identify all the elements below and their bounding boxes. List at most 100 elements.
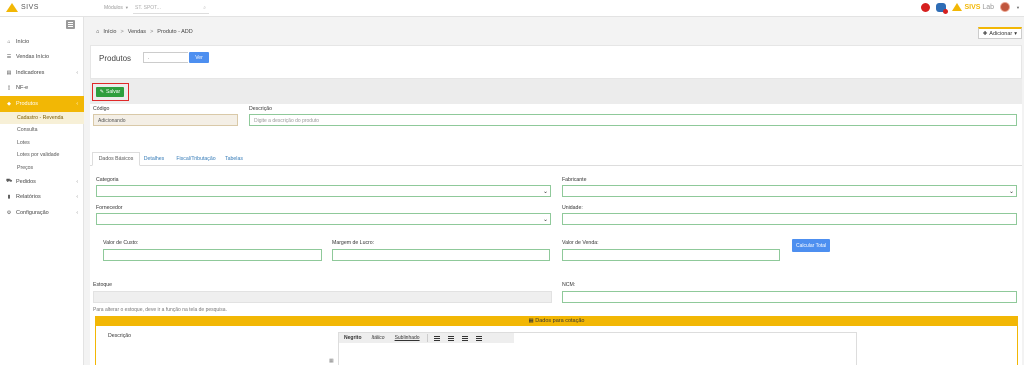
view-button[interactable]: Ver — [189, 52, 209, 63]
top-right-tools: SIVS Lab ▼ — [921, 2, 1020, 14]
table-icon: ▦ — [528, 318, 534, 324]
chevron-down-icon: ⌄ — [1008, 189, 1014, 195]
sidebar-item-pedidos[interactable]: ⛟ Pedidos ‹ — [0, 174, 84, 190]
sidebar-item-label: Início — [16, 38, 30, 45]
breadcrumb-section[interactable]: Vendas — [128, 29, 146, 35]
sidebar-item-nfe[interactable]: ▯ NF-e — [0, 81, 84, 97]
categoria-label: Categoria — [96, 177, 119, 183]
underline-button[interactable]: Sublinhado — [390, 335, 425, 341]
sidebar-item-configuracao[interactable]: ⚙ Configuração ‹ — [0, 205, 84, 221]
quote-descricao-label: Descrição — [108, 333, 132, 339]
margem-label: Margem de Lucro: — [332, 240, 375, 246]
fornecedor-label: Fornecedor — [96, 205, 123, 211]
save-button[interactable]: ✎ Salvar — [96, 87, 124, 97]
filter-title: Produtos — [99, 54, 132, 63]
search-icon: ⌕ — [203, 5, 206, 11]
brand-mark-icon — [6, 3, 18, 12]
outdent-icon[interactable] — [461, 335, 468, 341]
add-button[interactable]: ✚ Adicionar ▾ — [977, 27, 1022, 39]
sidebar: ⌂ Início ☰ Vendas Início ▤ Indicadores ‹… — [0, 17, 84, 365]
categoria-select[interactable]: ⌄ — [96, 185, 551, 197]
tab-dados-basicos[interactable]: Dados Básicos — [92, 152, 140, 166]
sidebar-item-produtos[interactable]: ◆ Produtos ‹ — [0, 96, 84, 112]
sidebar-subitem-lotes[interactable]: Lotes — [0, 137, 84, 150]
sidebar-item-label: Relatórios — [16, 194, 41, 201]
top-bar: SIVS Módulos ▼ ST. SPOT... ⌕ SIVS Lab ▼ — [0, 0, 1024, 17]
save-button-label: Salvar — [106, 89, 121, 95]
valor-custo-input[interactable] — [103, 249, 322, 261]
descricao-label: Descrição — [249, 106, 273, 112]
tab-tabelas[interactable]: Tabelas — [222, 152, 246, 166]
sidebar-item-relatorios[interactable]: ▮ Relatórios ‹ — [0, 190, 84, 206]
codigo-field: Adicionando — [93, 114, 238, 126]
sidebar-subitem-lotes-validade[interactable]: Lotes por validade — [0, 149, 84, 162]
valor-custo-label: Valor de Custo: — [103, 240, 139, 246]
descricao-input[interactable]: Digite a descrição do produto — [249, 114, 1017, 126]
ordered-list-icon[interactable] — [447, 335, 454, 341]
product-filter-input[interactable]: . — [143, 52, 188, 63]
search-input[interactable]: ST. SPOT... ⌕ — [133, 3, 209, 14]
lab-name-light: Lab — [980, 3, 995, 11]
quote-panel-header: ▦ Dados para cotação — [96, 317, 1017, 326]
lab-name-bold: SIVS — [964, 3, 981, 11]
sidebar-subitem-label: Cadastro - Revenda — [17, 114, 64, 121]
product-form: Código Adicionando Descrição Digite a de… — [90, 104, 1022, 365]
breadcrumb-home[interactable]: Início — [103, 29, 116, 35]
unordered-list-icon[interactable] — [433, 335, 440, 341]
list-icon: ☰ — [6, 54, 12, 61]
tag-icon: ◆ — [7, 100, 11, 107]
module-select-label: Módulos — [104, 5, 123, 11]
chevron-down-icon: ⌄ — [542, 189, 548, 195]
ncm-input[interactable] — [562, 291, 1017, 303]
fornecedor-select[interactable]: ⌄ — [96, 213, 551, 225]
indent-icon[interactable] — [475, 335, 482, 341]
menu-toggle-icon[interactable] — [66, 20, 75, 29]
report-icon: ▮ — [7, 194, 11, 201]
messages-icon[interactable] — [936, 2, 949, 14]
file-icon: ▯ — [7, 85, 11, 92]
form-tabs: Dados Básicos Detalhes Fiscal/Tributação… — [90, 152, 1022, 166]
tab-fiscal[interactable]: Fiscal/Tributação — [172, 152, 220, 166]
main-content: ⌂ Início > Vendas > Produto - ADD ✚ Adic… — [85, 17, 1024, 365]
bold-button[interactable]: Negrito — [339, 335, 367, 341]
notification-bell-icon[interactable] — [921, 2, 931, 12]
chevron-down-icon[interactable]: ▼ — [1016, 5, 1020, 10]
chart-icon: ▤ — [6, 69, 12, 76]
module-select[interactable]: Módulos ▼ — [104, 5, 129, 11]
italic-button[interactable]: Itálico — [367, 335, 390, 341]
action-strip: ✎ Salvar — [90, 79, 1022, 104]
ncm-label: NCM: — [562, 282, 576, 288]
chevron-left-icon: ‹ — [76, 209, 78, 216]
breadcrumb: ⌂ Início > Vendas > Produto - ADD — [96, 29, 193, 35]
source-view-icon[interactable]: ▦ — [329, 358, 334, 364]
tab-detalhes[interactable]: Detalhes — [142, 152, 166, 166]
sidebar-item-inicio[interactable]: ⌂ Início — [0, 34, 84, 50]
breadcrumb-separator: > — [120, 29, 124, 35]
chevron-down-icon: ⌄ — [542, 217, 548, 223]
home-icon: ⌂ — [96, 29, 100, 35]
avatar[interactable] — [1000, 2, 1011, 12]
sidebar-subitem-cadastro-revenda[interactable]: Cadastro - Revenda — [0, 111, 84, 124]
brand-logo[interactable]: SIVS — [6, 3, 39, 12]
valor-venda-input[interactable] — [562, 249, 780, 261]
sidebar-item-indicadores[interactable]: ▤ Indicadores ‹ — [0, 65, 84, 81]
cart-icon: ⛟ — [6, 178, 13, 185]
sidebar-item-label: Pedidos — [16, 178, 36, 185]
estoque-field — [93, 291, 552, 303]
toolbar-divider — [426, 334, 428, 342]
products-filter-card: Produtos . Ver — [90, 45, 1022, 79]
lab-logo[interactable]: SIVS Lab — [952, 3, 994, 11]
margem-input[interactable] — [332, 249, 550, 261]
description-editor[interactable]: Negrito Itálico Sublinhado ▦ — [329, 332, 857, 365]
unidade-input[interactable] — [562, 213, 1017, 225]
home-icon: ⌂ — [7, 38, 11, 45]
sidebar-item-vendas-inicio[interactable]: ☰ Vendas Início — [0, 50, 84, 66]
chevron-left-icon: ‹ — [76, 194, 78, 201]
sidebar-subitem-precos[interactable]: Preços — [0, 162, 84, 175]
calculate-total-button[interactable]: Calcular Total — [792, 239, 831, 252]
fabricante-select[interactable]: ⌄ — [562, 185, 1017, 197]
fabricante-label: Fabricante — [562, 177, 587, 183]
codigo-label: Código — [93, 106, 110, 112]
sidebar-subitem-consulta[interactable]: Consulta — [0, 124, 84, 137]
save-highlight-box: ✎ Salvar — [92, 83, 129, 101]
